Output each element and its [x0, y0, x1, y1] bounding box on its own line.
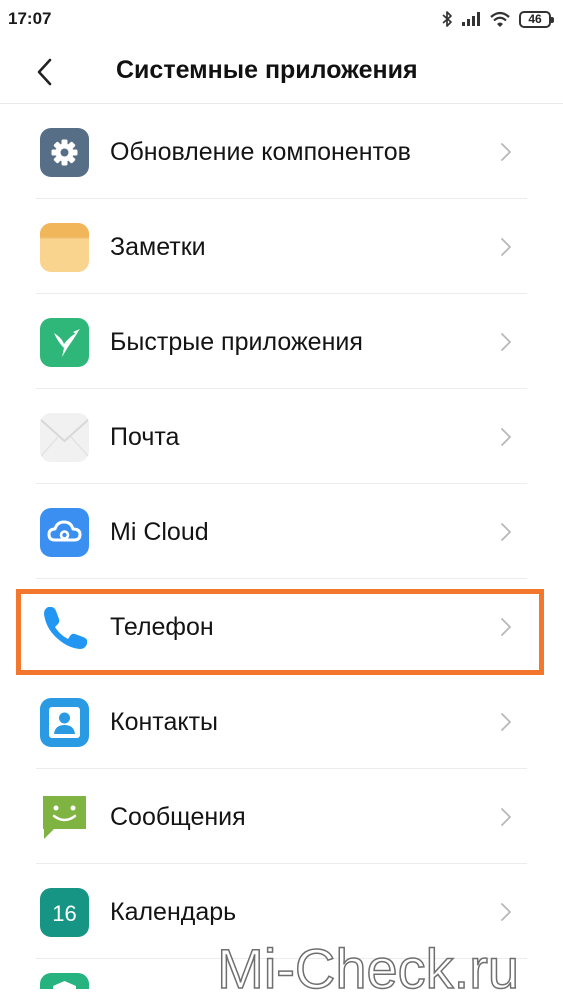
- hummingbird-icon: [40, 318, 89, 367]
- watermark: Mi-Check.ru: [216, 936, 519, 1001]
- bluetooth-icon: [442, 11, 452, 27]
- status-bar: 17:07 46: [0, 0, 563, 38]
- contact-icon: [40, 698, 89, 747]
- gear-icon: [40, 128, 89, 177]
- calendar-icon: 16: [40, 888, 89, 937]
- list-item-mi-cloud[interactable]: Mi Cloud: [0, 484, 563, 579]
- message-icon: [40, 793, 89, 842]
- calendar-day: 16: [52, 901, 76, 926]
- chevron-right-icon: [501, 618, 511, 636]
- list-item-quick-apps[interactable]: Быстрые приложения: [0, 294, 563, 389]
- item-label: Контакты: [110, 708, 218, 736]
- list-item-notes[interactable]: Заметки: [0, 199, 563, 294]
- status-time: 17:07: [8, 9, 52, 28]
- item-label: Телефон: [110, 613, 214, 641]
- back-button[interactable]: [26, 52, 66, 92]
- cloud-icon: [40, 508, 89, 557]
- chevron-right-icon: [501, 333, 511, 351]
- list-item-messages[interactable]: Сообщения: [0, 769, 563, 864]
- item-label: Заметки: [110, 233, 206, 261]
- item-label: Сообщения: [110, 803, 246, 831]
- system-apps-list: Обновление компонентов Заметки Быстрые п…: [0, 104, 563, 989]
- chevron-right-icon: [501, 428, 511, 446]
- list-item-phone[interactable]: Телефон: [0, 579, 563, 674]
- phone-icon: [40, 603, 89, 652]
- chevron-right-icon: [501, 523, 511, 541]
- page-title: Системные приложения: [116, 56, 418, 84]
- chevron-right-icon: [501, 808, 511, 826]
- list-item-mail[interactable]: Почта: [0, 389, 563, 484]
- chevron-right-icon: [501, 238, 511, 256]
- chevron-right-icon: [501, 903, 511, 921]
- notes-icon: [40, 223, 89, 272]
- item-label: Быстрые приложения: [110, 328, 363, 356]
- item-label: Календарь: [110, 898, 237, 926]
- header: Системные приложения: [0, 38, 563, 104]
- list-item-contacts[interactable]: Контакты: [0, 674, 563, 769]
- battery-icon: 46: [519, 10, 554, 28]
- status-icons: 46: [441, 6, 555, 32]
- item-label: Обновление компонентов: [110, 138, 411, 166]
- envelope-icon: [40, 413, 89, 462]
- chevron-left-icon: [37, 58, 52, 86]
- signal-icon: [462, 12, 480, 26]
- item-label: Mi Cloud: [110, 518, 209, 546]
- item-label: Почта: [110, 423, 180, 451]
- shield-icon: [40, 973, 89, 989]
- list-item-component-update[interactable]: Обновление компонентов: [0, 104, 563, 199]
- wifi-icon: [490, 11, 510, 27]
- chevron-right-icon: [501, 143, 511, 161]
- chevron-right-icon: [501, 713, 511, 731]
